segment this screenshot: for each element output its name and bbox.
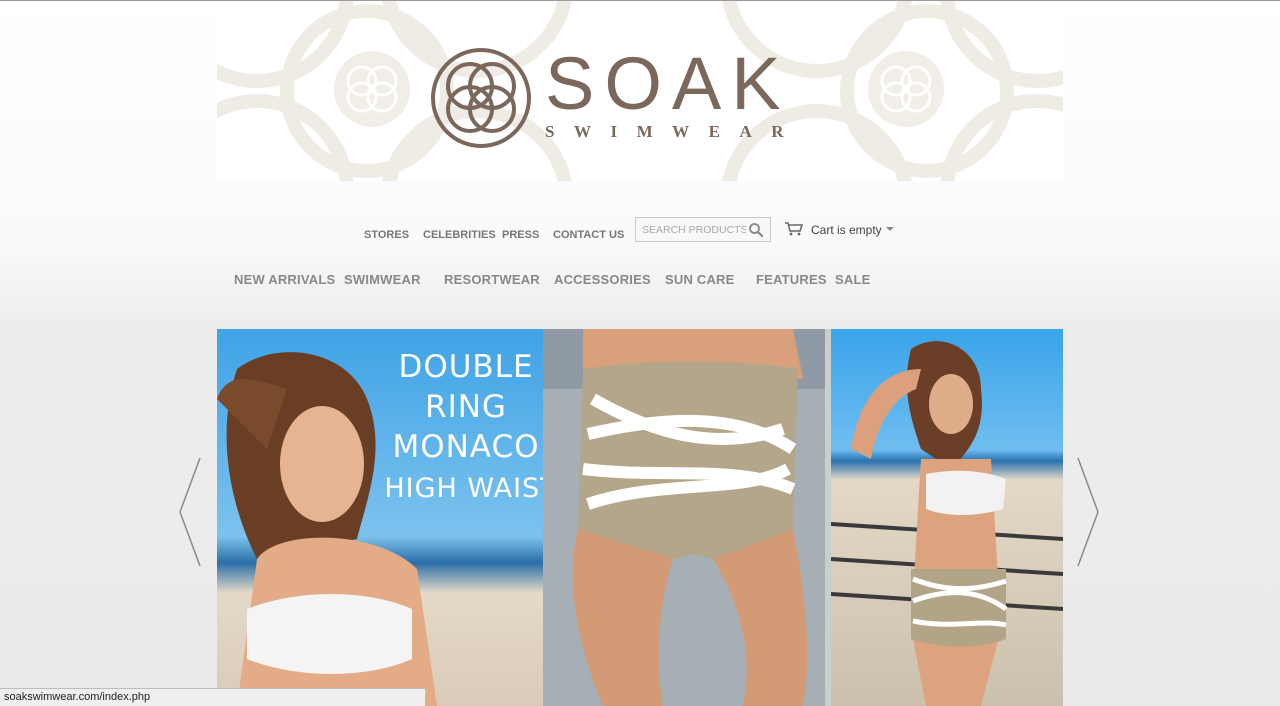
search-box[interactable] — [635, 217, 771, 242]
slide-headline-line-2: RING — [425, 389, 507, 425]
brand-subtitle: SWIMWEAR — [545, 122, 804, 141]
chevron-right-icon[interactable] — [1074, 456, 1102, 568]
cart-icon — [785, 222, 803, 236]
logo-emblem-icon — [431, 48, 531, 148]
search-input[interactable] — [642, 222, 746, 237]
brand-name: SOAK — [545, 42, 791, 125]
slide-headline-line-3: MONACO — [392, 429, 540, 465]
nav-link-stores[interactable]: STORES — [364, 229, 409, 241]
chevron-down-icon — [886, 227, 894, 231]
nav-sale[interactable]: SALE — [835, 272, 870, 287]
nav-sun-care[interactable]: SUN CARE — [665, 272, 735, 287]
browser-status-bar: soakswimwear.com/index.php — [0, 688, 426, 706]
nav-link-contact-us[interactable]: CONTACT US — [553, 229, 624, 241]
chevron-left-icon[interactable] — [176, 456, 204, 568]
slide-image-model-right — [831, 329, 1063, 706]
nav-new-arrivals[interactable]: NEW ARRIVALS — [234, 272, 335, 287]
nav-link-celebrities[interactable]: CELEBRITIES — [423, 229, 496, 241]
slide-headline-line-4: HIGH WAIST — [384, 473, 543, 504]
nav-link-press[interactable]: PRESS — [502, 229, 539, 241]
slide-headline-line-1: DOUBLE — [398, 349, 534, 385]
search-icon[interactable] — [748, 222, 764, 238]
nav-swimwear[interactable]: SWIMWEAR — [344, 272, 421, 287]
nav-resortwear[interactable]: RESORTWEAR — [444, 272, 540, 287]
nav-accessories[interactable]: ACCESSORIES — [554, 272, 651, 287]
slide-panel-right — [831, 329, 1063, 706]
hero-slider[interactable]: DOUBLE RING MONACO HIGH WAIST — [217, 329, 1063, 706]
cart-label: Cart is empty — [811, 223, 882, 237]
nav-features[interactable]: FEATURES — [756, 272, 827, 287]
slide-image-closeup — [543, 329, 831, 706]
slide-panel-left: DOUBLE RING MONACO HIGH WAIST — [217, 329, 543, 706]
slide-panel-middle — [543, 329, 831, 706]
